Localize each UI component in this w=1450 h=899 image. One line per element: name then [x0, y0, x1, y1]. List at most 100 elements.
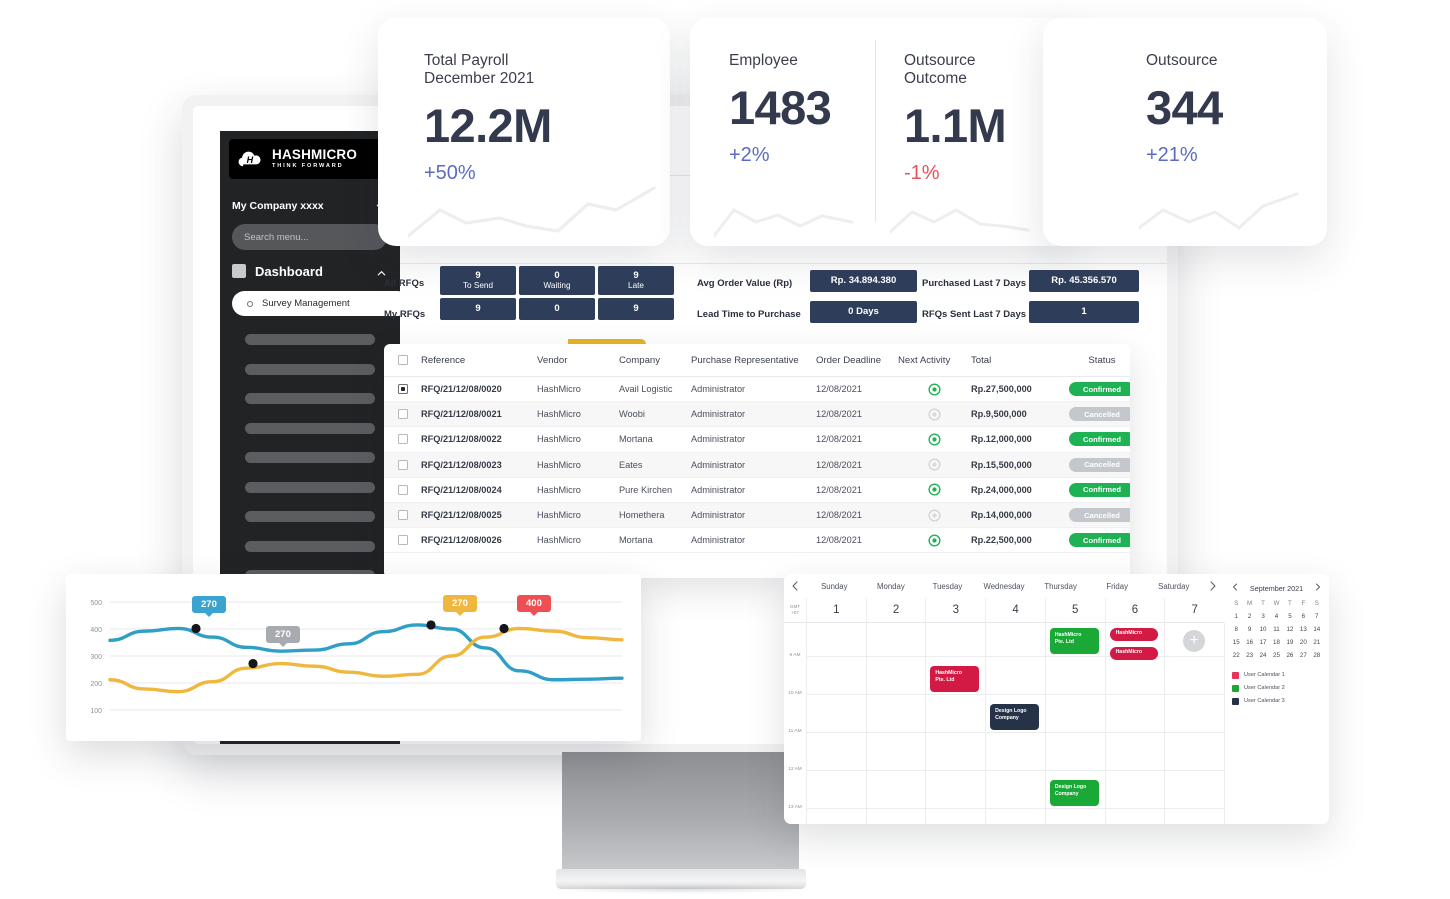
row-checkbox[interactable] [384, 484, 421, 495]
mini-calendar-day[interactable]: 28 [1311, 650, 1323, 662]
search-input[interactable]: Search menu... [232, 224, 387, 250]
mini-calendar-day[interactable]: 10 [1257, 623, 1269, 635]
column-header-reference[interactable]: Reference [421, 355, 537, 366]
calendar-event[interactable]: Design Logo Company [990, 704, 1039, 730]
row-checkbox[interactable] [384, 409, 421, 420]
previous-week-icon[interactable] [784, 581, 806, 591]
next-activity-icon[interactable] [898, 383, 971, 396]
column-header-vendor[interactable]: Vendor [537, 355, 619, 366]
calendar-event[interactable]: HashMicro Pte. Ltd [1049, 628, 1099, 654]
mini-calendar-day[interactable]: 18 [1270, 636, 1282, 648]
mini-calendar-day[interactable]: 27 [1297, 650, 1309, 662]
metric-value-avg-order-value[interactable]: Rp. 34.894.380 [810, 270, 917, 292]
table-row[interactable]: RFQ/21/12/08/0023 HashMicro Eates Administr… [384, 452, 1130, 478]
mini-next-icon[interactable] [1315, 583, 1321, 593]
column-header-next-activity[interactable]: Next Activity [898, 355, 971, 366]
mini-calendar-day[interactable]: 21 [1311, 636, 1323, 648]
app-logo[interactable]: H HASHMICRO THINK FORWARD [229, 139, 389, 179]
mini-calendar-day[interactable]: 8 [1230, 623, 1242, 635]
row-checkbox[interactable] [384, 459, 421, 470]
column-header-company[interactable]: Company [619, 355, 691, 366]
date-cell[interactable]: 4 [985, 597, 1045, 623]
next-activity-icon[interactable] [898, 458, 971, 471]
stat-chip-my-waiting[interactable]: 0 [519, 298, 595, 320]
stat-chip-late[interactable]: 9 Late [598, 266, 674, 295]
next-activity-icon[interactable] [898, 508, 971, 522]
column-header-status[interactable]: Status [1063, 355, 1130, 366]
column-header-order-deadline[interactable]: Order Deadline [816, 355, 898, 366]
stat-chip-my-late[interactable]: 9 [598, 298, 674, 320]
table-row[interactable]: RFQ/21/12/08/0026 HashMicro Mortana Adminis… [384, 528, 1130, 554]
next-activity-icon[interactable] [898, 534, 971, 547]
date-cell[interactable]: 2 [865, 597, 926, 623]
mini-calendar-day[interactable]: 26 [1284, 650, 1296, 662]
row-checkbox[interactable] [384, 384, 421, 395]
next-week-icon[interactable] [1202, 581, 1224, 591]
column-header-purchase-representative[interactable]: Purchase Representative [691, 355, 816, 366]
stat-chip-to-send[interactable]: 9 To Send [440, 266, 516, 295]
table-row[interactable]: RFQ/21/12/08/0024 HashMicro Pure Kirchen Ad… [384, 478, 1130, 503]
date-cell[interactable]: 3 [925, 597, 985, 623]
date-cell[interactable]: 5 [1044, 597, 1105, 623]
column-header-total[interactable]: Total [971, 355, 1063, 366]
mini-calendar-day[interactable]: 15 [1230, 636, 1242, 648]
mini-calendar-day[interactable]: 23 [1243, 650, 1255, 662]
calendar-event[interactable]: HashMicro [1109, 647, 1159, 660]
calendar-event[interactable]: Design Logo Company [1049, 780, 1099, 806]
mini-calendar-day[interactable]: 19 [1284, 636, 1296, 648]
row-checkbox[interactable] [384, 434, 421, 445]
table-row[interactable]: RFQ/21/12/08/0025 HashMicro Homethera Admin… [384, 502, 1130, 529]
chart-data-point[interactable] [191, 623, 201, 634]
mini-calendar-day[interactable]: 7 [1311, 610, 1323, 622]
table-row[interactable]: RFQ/21/12/08/0020 HashMicro Avail Logistic… [384, 377, 1130, 403]
mini-calendar-day[interactable]: 16 [1243, 636, 1255, 648]
legend-item[interactable]: User Calendar 1 [1232, 671, 1323, 679]
row-checkbox[interactable] [384, 535, 421, 546]
chart-data-point[interactable] [426, 620, 436, 630]
mini-calendar-day[interactable]: 13 [1297, 623, 1309, 635]
mini-calendar-day[interactable]: 22 [1230, 650, 1242, 662]
mini-calendar-day[interactable]: 17 [1257, 636, 1269, 648]
mini-prev-icon[interactable] [1232, 583, 1238, 593]
kpi-card-outsource[interactable]: Outsource 344 +21% [1043, 18, 1327, 246]
metric-value-lead-time[interactable]: 0 Days [810, 301, 917, 323]
mini-calendar-day[interactable]: 14 [1311, 623, 1323, 635]
chart-data-point[interactable] [248, 658, 258, 669]
mini-calendar-day[interactable]: 1 [1230, 610, 1242, 622]
kpi-card-group-employee-outsource[interactable]: Employee 1483 +2% Outsource Outcome 1.1M… [690, 18, 1071, 246]
calendar-event[interactable]: HashMicro [1109, 628, 1159, 641]
sidebar-item-dashboard[interactable]: Dashboard [232, 259, 387, 283]
kpi-card-total-payroll[interactable]: Total Payroll December 2021 12.2M +50% [378, 18, 670, 246]
calendar-event[interactable]: HashMicro Pte. Ltd [930, 666, 980, 692]
stat-chip-waiting[interactable]: 0 Waiting [519, 266, 595, 295]
mini-calendar-day[interactable]: 5 [1284, 610, 1296, 622]
next-activity-icon[interactable] [898, 483, 971, 496]
metric-value-rfqs-sent-7days[interactable]: 1 [1029, 301, 1139, 323]
stat-chip-my-to-send[interactable]: 9 [440, 298, 516, 320]
next-activity-icon[interactable] [898, 408, 971, 421]
mini-calendar-day[interactable]: 12 [1284, 623, 1296, 635]
company-selector[interactable]: My Company xxxx [232, 195, 386, 217]
mini-calendar-day[interactable]: 6 [1297, 610, 1309, 622]
date-cell[interactable]: 7 [1164, 597, 1224, 623]
mini-calendar-day[interactable]: 9 [1243, 623, 1255, 635]
mini-calendar-day[interactable]: 11 [1270, 623, 1282, 635]
date-cell[interactable]: 6 [1104, 597, 1165, 623]
mini-calendar-day[interactable]: 20 [1297, 636, 1309, 648]
table-row[interactable]: RFQ/21/12/08/0022 HashMicro Mortana Adminis… [384, 427, 1130, 453]
mini-calendar-day[interactable]: 2 [1243, 610, 1255, 622]
next-activity-icon[interactable] [898, 433, 971, 446]
chart-data-point[interactable] [499, 623, 509, 634]
date-cell[interactable]: 1 [806, 597, 866, 623]
select-all-checkbox[interactable] [384, 355, 421, 365]
mini-calendar-day[interactable]: 24 [1257, 650, 1269, 662]
mini-calendar-day[interactable]: 4 [1270, 610, 1282, 622]
add-event-button[interactable]: + [1183, 630, 1206, 652]
row-checkbox[interactable] [384, 510, 421, 521]
legend-item[interactable]: User Calendar 2 [1232, 684, 1323, 692]
table-row[interactable]: RFQ/21/12/08/0021 HashMicro Woobi Administr… [384, 402, 1130, 428]
mini-calendar-day[interactable]: 25 [1270, 650, 1282, 662]
legend-item[interactable]: User Calendar 3 [1232, 697, 1323, 705]
metric-value-purchased-7days[interactable]: Rp. 45.356.570 [1029, 270, 1139, 292]
mini-calendar-day[interactable]: 3 [1257, 610, 1269, 622]
